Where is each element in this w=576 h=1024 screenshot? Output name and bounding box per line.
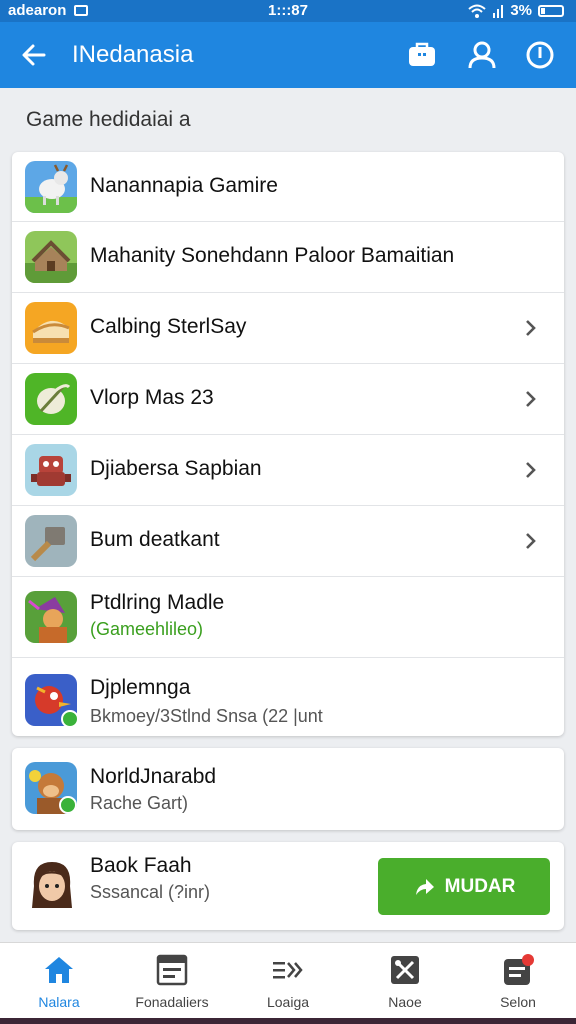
list-item[interactable]: Calbing SterlSay (12, 293, 564, 364)
tools-icon (391, 956, 419, 984)
nav-item-naoe[interactable]: Naoe (350, 953, 460, 1010)
nav-label: Nalara (38, 994, 80, 1010)
nav-label: Loaiga (266, 994, 310, 1010)
bottom-navigation: Nalara Fonadaliers Loaiga Naoe Selon (0, 942, 576, 1019)
chevron-right-icon[interactable] (524, 459, 538, 481)
list-item[interactable]: Nanannapia Gamire (12, 152, 564, 222)
games-list: Nanannapia Gamire Mahanity Sonehdann Pal… (12, 152, 564, 736)
list-item[interactable]: Djplemnga Bkmoey/3Stlnd Snsa (22 |unt (12, 658, 564, 742)
calendar-list-icon (156, 954, 188, 986)
nav-item-fonadaliers[interactable]: Fonadaliers (117, 953, 227, 1010)
nav-item-home[interactable]: Nalara (4, 953, 114, 1010)
battery-icon (538, 4, 564, 17)
store-icon[interactable] (406, 39, 438, 71)
game-icon-monkey (25, 762, 77, 814)
game-icon-wizard (25, 591, 77, 643)
back-arrow-icon[interactable] (18, 39, 50, 71)
nav-label: Naoe (388, 994, 422, 1010)
profile-subtitle: Sssancal (?inr) (90, 882, 211, 902)
signal-icon (493, 4, 504, 18)
info-icon[interactable] (524, 39, 556, 71)
featured-name: NorldJnarabd (90, 765, 217, 788)
game-name: Ptdlring Madle (90, 591, 225, 614)
list-arrows-icon (273, 962, 303, 979)
game-name: Djiabersa Sapbian (90, 457, 262, 480)
list-item[interactable]: Mahanity Sonehdann Paloor Bamaitian (12, 222, 564, 293)
mudar-button-label: MUDAR (444, 875, 516, 897)
share-arrow-icon (415, 878, 434, 895)
game-name: Bum deatkant (90, 528, 220, 551)
nav-label: Fonadaliers (135, 994, 209, 1010)
section-title: Game hedidaiai a (26, 108, 191, 131)
installed-badge (59, 796, 77, 814)
battery-percent: 3% (510, 2, 532, 19)
nav-item-selon[interactable]: Selon (463, 953, 573, 1010)
game-subtitle: (Gameehlileo) (90, 619, 204, 639)
notifications-icon (504, 954, 534, 985)
installed-badge (61, 710, 79, 728)
game-icon-goat (25, 161, 77, 213)
list-item[interactable]: Bum deatkant (12, 506, 564, 577)
game-name: Calbing SterlSay (90, 315, 247, 338)
app-bar: INedanasia (0, 22, 576, 88)
profile-name: Baok Faah (90, 854, 192, 877)
list-item[interactable]: Vlorp Mas 23 (12, 364, 564, 435)
list-item[interactable]: Djiabersa Sapbian (12, 435, 564, 506)
bottom-strip (0, 1018, 576, 1024)
game-name: Djplemnga (90, 676, 191, 699)
wifi-icon (468, 4, 486, 18)
list-item[interactable]: NorldJnarabd Rache Gart) (12, 748, 564, 830)
status-right: 3% (468, 2, 564, 19)
game-icon-village (25, 231, 77, 283)
game-name: Nanannapia Gamire (90, 174, 278, 197)
game-icon-leaf (25, 373, 77, 425)
profile-card: Baok Faah Sssancal (?inr) MUDAR (12, 842, 564, 930)
chevron-right-icon[interactable] (524, 317, 538, 339)
chevron-right-icon[interactable] (524, 530, 538, 552)
game-icon-bird (25, 674, 79, 728)
profile-icon[interactable] (466, 39, 498, 71)
mudar-button[interactable]: MUDAR (378, 858, 550, 915)
home-icon (45, 957, 73, 983)
status-bar: adearon 1:::87 3% (0, 0, 576, 22)
chevron-right-icon[interactable] (524, 388, 538, 410)
featured-card[interactable]: NorldJnarabd Rache Gart) (12, 748, 564, 830)
nav-item-loaiga[interactable]: Loaiga (233, 953, 343, 1010)
game-subtitle: Bkmoey/3Stlnd Snsa (22 |unt (90, 706, 323, 726)
list-item[interactable]: Ptdlring Madle (Gameehlileo) (12, 577, 564, 658)
nav-label: Selon (500, 994, 536, 1010)
game-icon-hammer (25, 515, 77, 567)
game-name: Vlorp Mas 23 (90, 386, 214, 409)
game-icon-food (25, 302, 77, 354)
featured-subtitle: Rache Gart) (90, 793, 189, 813)
avatar (32, 862, 72, 908)
game-icon-robot (25, 444, 77, 496)
app-title: INedanasia (72, 41, 194, 68)
game-name: Mahanity Sonehdann Paloor Bamaitian (90, 244, 455, 267)
